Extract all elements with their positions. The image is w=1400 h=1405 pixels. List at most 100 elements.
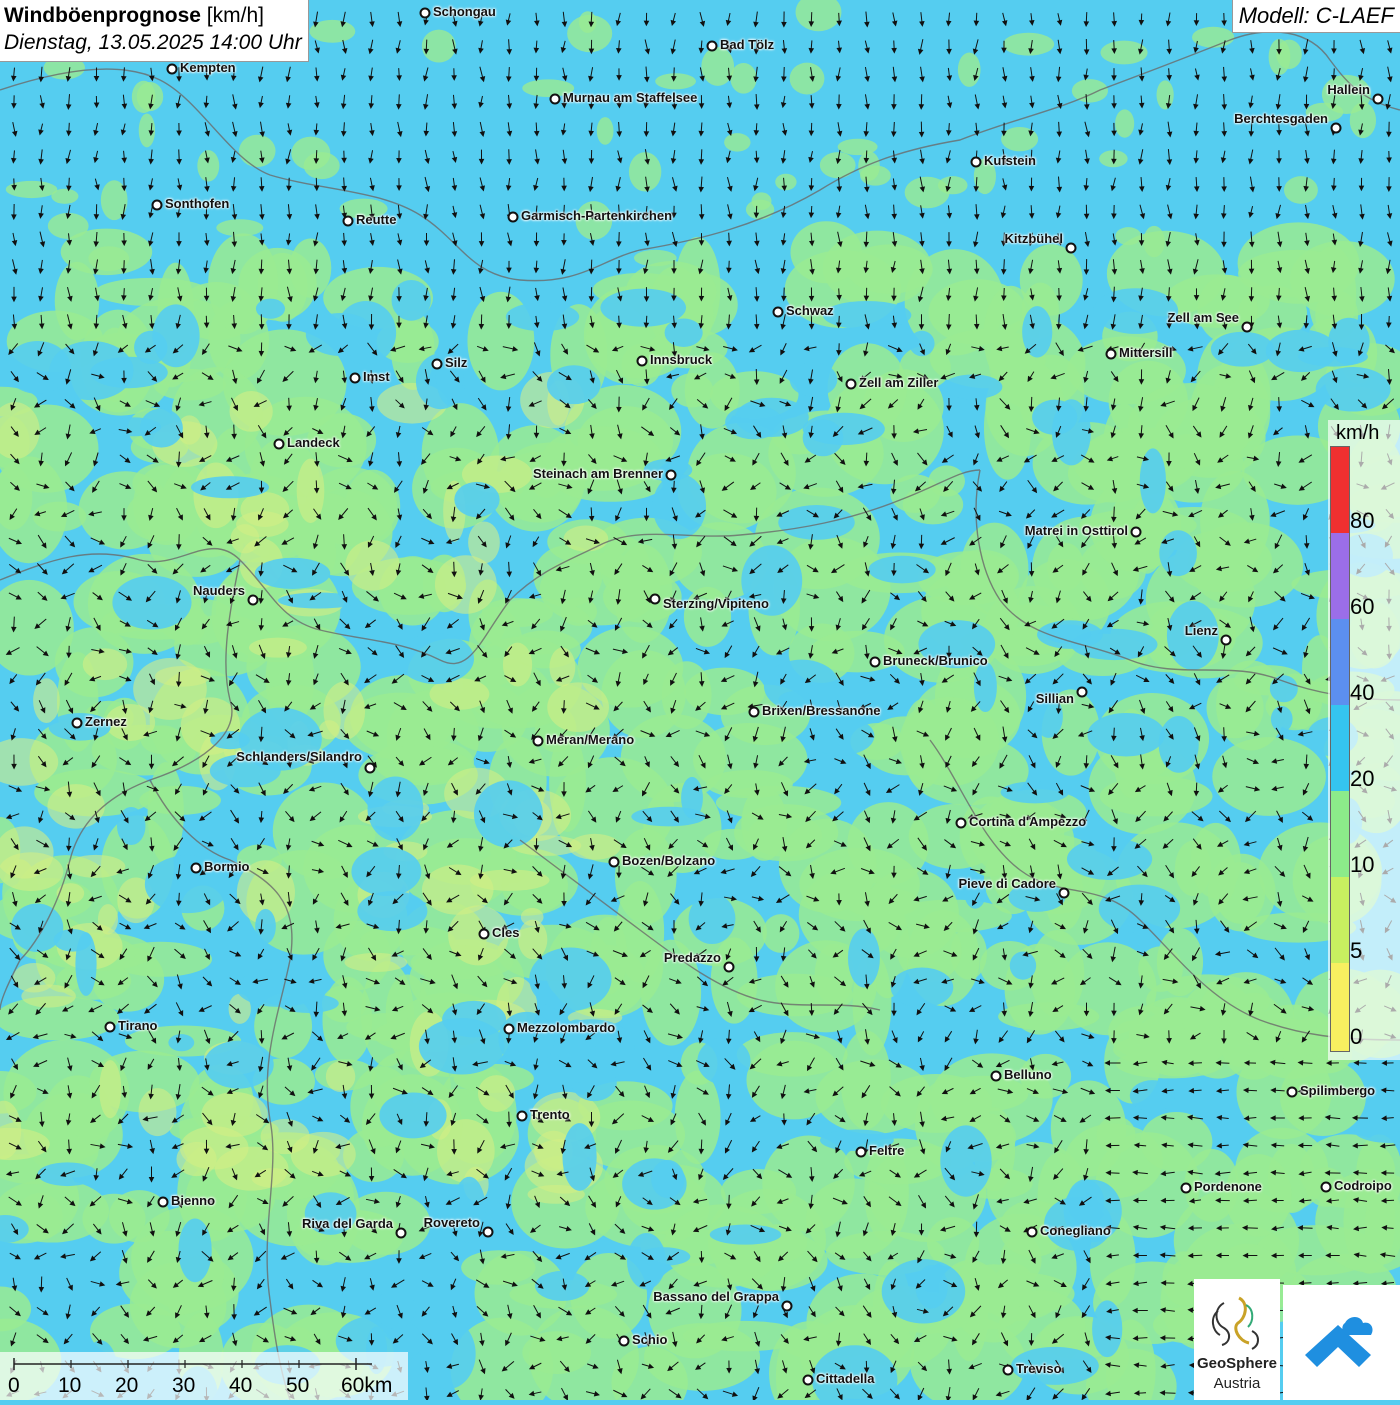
- city-label: Bienno: [171, 1193, 215, 1208]
- map-title: Windböenprognose [km/h]: [4, 3, 302, 29]
- city-label: Bad Tölz: [720, 37, 774, 52]
- city-marker: [773, 307, 784, 318]
- city-marker: [1077, 687, 1088, 698]
- city-label: Brixen/Bressanone: [762, 703, 881, 718]
- city-label: Predazzo: [664, 950, 721, 965]
- city-marker: [1066, 243, 1077, 254]
- city-marker: [870, 657, 881, 668]
- legend-swatch-80: [1331, 447, 1349, 533]
- city-label: Spilimbergo: [1300, 1083, 1375, 1098]
- city-label: Codroipo: [1334, 1178, 1392, 1193]
- city-label: Lienz: [1185, 623, 1218, 638]
- city-marker: [365, 763, 376, 774]
- city-label: Sillian: [1036, 691, 1074, 706]
- city-marker: [396, 1228, 407, 1239]
- city-marker: [152, 200, 163, 211]
- geosphere-logo[interactable]: GeoSphere Austria: [1194, 1279, 1280, 1400]
- app-logo[interactable]: [1283, 1285, 1400, 1400]
- legend-swatch-10: [1331, 791, 1349, 877]
- city-marker: [105, 1022, 116, 1033]
- city-label: Zell am See: [1167, 310, 1239, 325]
- city-marker: [504, 1024, 515, 1035]
- city-label: Reutte: [356, 212, 396, 227]
- city-marker: [846, 379, 857, 390]
- city-marker: [1131, 527, 1142, 538]
- city-label: Landeck: [287, 435, 340, 450]
- city-marker: [420, 8, 431, 19]
- geosphere-name: GeoSphere: [1194, 1355, 1280, 1372]
- color-legend: km/h 80 60 40 20 10 5 0: [1328, 420, 1400, 1060]
- city-marker: [971, 157, 982, 168]
- scale-label-20: 20: [115, 1374, 138, 1398]
- scale-label-60km: 60km: [341, 1374, 392, 1398]
- city-marker: [666, 470, 677, 481]
- city-marker: [1331, 123, 1342, 134]
- legend-tick-0: 0: [1350, 1024, 1362, 1050]
- city-marker: [856, 1147, 867, 1158]
- city-marker: [274, 439, 285, 450]
- legend-tick-20: 20: [1350, 766, 1374, 792]
- scale-label-30: 30: [172, 1374, 195, 1398]
- city-marker: [1181, 1183, 1192, 1194]
- city-marker: [637, 356, 648, 367]
- legend-tick-60: 60: [1350, 594, 1374, 620]
- legend-tick-40: 40: [1350, 680, 1374, 706]
- city-marker: [432, 359, 443, 370]
- city-label: Schio: [632, 1332, 667, 1347]
- geosphere-country: Austria: [1194, 1375, 1280, 1392]
- city-label: Rovereto: [424, 1215, 480, 1230]
- forecast-datetime: Dienstag, 13.05.2025 14:00 Uhr: [4, 29, 302, 57]
- legend-tick-80: 80: [1350, 508, 1374, 534]
- legend-swatch-60: [1331, 533, 1349, 619]
- city-marker: [517, 1111, 528, 1122]
- legend-swatch-20: [1331, 705, 1349, 791]
- city-label: Mittersill: [1119, 345, 1172, 360]
- city-marker: [167, 64, 178, 75]
- city-marker: [1373, 94, 1384, 105]
- city-marker: [508, 212, 519, 223]
- city-marker: [1059, 888, 1070, 899]
- scale-label-0: 0: [8, 1374, 20, 1398]
- city-marker: [1242, 322, 1253, 333]
- city-marker: [533, 736, 544, 747]
- legend-tick-5: 5: [1350, 938, 1362, 964]
- city-label: Bozen/Bolzano: [622, 853, 715, 868]
- city-label: Riva del Garda: [302, 1216, 393, 1231]
- city-label: Zernez: [85, 714, 127, 729]
- city-label: Belluno: [1004, 1067, 1052, 1082]
- city-label: Murnau am Staffelsee: [563, 90, 697, 105]
- city-marker: [724, 962, 735, 973]
- city-marker: [956, 818, 967, 829]
- city-label: Mezzolombardo: [517, 1020, 615, 1035]
- city-label: Meran/Merano: [546, 732, 634, 747]
- city-label: Bormio: [204, 859, 250, 874]
- city-label: Trento: [530, 1107, 570, 1122]
- city-label: Berchtesgaden: [1234, 111, 1328, 126]
- city-label: Tirano: [118, 1018, 158, 1033]
- city-label: Garmisch-Partenkirchen: [521, 208, 672, 223]
- city-marker: [350, 373, 361, 384]
- city-label: Conegliano: [1040, 1223, 1111, 1238]
- scale-bar: 0 10 20 30 40 50 60km: [0, 1352, 408, 1400]
- city-marker: [1221, 635, 1232, 646]
- scale-label-50: 50: [286, 1374, 309, 1398]
- model-label: Modell: C-LAEF: [1232, 0, 1400, 33]
- city-marker: [72, 718, 83, 729]
- city-marker: [650, 594, 661, 605]
- city-marker: [343, 216, 354, 227]
- legend-bar: [1330, 446, 1350, 1052]
- city-marker: [609, 857, 620, 868]
- city-marker: [191, 863, 202, 874]
- city-label: Feltre: [869, 1143, 904, 1158]
- city-label: Bassano del Grappa: [653, 1289, 779, 1304]
- city-marker: [749, 707, 760, 718]
- legend-tick-10: 10: [1350, 852, 1374, 878]
- city-label: Innsbruck: [650, 352, 712, 367]
- city-label: Hallein: [1327, 82, 1370, 97]
- city-marker: [550, 94, 561, 105]
- city-label: Cles: [492, 925, 519, 940]
- geosphere-emblem-icon: [1194, 1283, 1280, 1363]
- city-label: Imst: [363, 369, 390, 384]
- app-logo-icon: [1283, 1285, 1400, 1400]
- legend-unit: km/h: [1336, 422, 1379, 445]
